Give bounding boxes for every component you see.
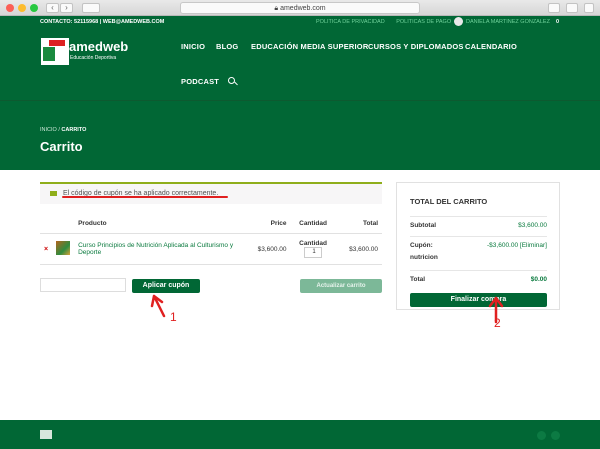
logo-text: amedweb (69, 39, 129, 54)
total-value: $0.00 (530, 276, 547, 283)
nav-calendario[interactable]: CALENDARIO (465, 42, 517, 51)
top-bar: CONTACTO: 52115968 | WEB@AMEDWEB.COM POL… (0, 16, 600, 28)
total-row: Total $0.00 (410, 270, 547, 288)
remove-coupon-link[interactable]: -$3,600.00 [Eliminar] (487, 242, 547, 249)
user-menu[interactable]: DANIELA MARTINEZ GONZALEZ (454, 17, 550, 26)
coupon-row: Cupón: nutricion -$3,600.00 [Eliminar] (410, 236, 547, 270)
qty-label: Cantidad (299, 240, 327, 247)
subtotal-value: $3,600.00 (518, 222, 547, 229)
instagram-icon[interactable] (551, 431, 560, 440)
apply-coupon-button[interactable]: Aplicar cupón (132, 279, 200, 293)
browser-toolbar: ‹ › 🔒︎ amedweb.com (0, 0, 600, 16)
tabs-button[interactable] (566, 3, 578, 13)
nav-inicio[interactable]: INICIO (181, 42, 205, 51)
contact-info: CONTACTO: 52115968 | WEB@AMEDWEB.COM (40, 19, 165, 25)
subtotal-label: Subtotal (410, 222, 436, 229)
maximize-window-button[interactable] (30, 4, 38, 12)
share-button[interactable] (548, 3, 560, 13)
site-logo[interactable]: amedweb Educación Deportiva (41, 38, 128, 68)
back-button[interactable]: ‹ (46, 3, 59, 13)
cart-table: Producto Price Cantidad Total × Curso Pr… (40, 214, 382, 265)
product-price: $3,600.00 (244, 233, 291, 265)
annotation-arrow-1 (150, 294, 166, 318)
search-icon[interactable] (228, 77, 235, 84)
breadcrumb: INICIO / CARRITO (40, 127, 86, 133)
address-bar[interactable]: 🔒︎ amedweb.com (180, 2, 420, 14)
minimize-window-button[interactable] (18, 4, 26, 12)
checkout-button[interactable]: Finalizar compra (410, 293, 547, 307)
user-name: DANIELA MARTINEZ GONZALEZ (466, 18, 550, 25)
col-total: Total (335, 214, 382, 234)
site-footer (0, 420, 600, 449)
breadcrumb-current: CARRITO (61, 127, 87, 133)
payment-policy-link[interactable]: POLITICAS DE PAGO (396, 19, 451, 25)
sidebar-toggle-button[interactable] (82, 3, 100, 13)
annotation-label-1: 1 (170, 310, 177, 324)
col-product: Producto (74, 214, 245, 234)
close-window-button[interactable] (6, 4, 14, 12)
cart-content: El código de cupón se ha aplicado correc… (0, 170, 600, 420)
breadcrumb-separator: / (58, 127, 60, 133)
annotation-underline (62, 196, 228, 198)
page-title-band: INICIO / CARRITO Carrito (0, 100, 600, 170)
nav-podcast[interactable]: PODCAST (181, 77, 219, 86)
address-bar-url: amedweb.com (280, 5, 326, 12)
product-thumbnail[interactable] (56, 241, 71, 255)
notice-icon (50, 191, 57, 196)
annotation-label-2: 2 (494, 316, 501, 330)
col-qty: Cantidad (290, 214, 336, 234)
line-total: $3,600.00 (335, 233, 382, 265)
product-link[interactable]: Curso Principios de Nutrición Aplicada a… (78, 242, 233, 256)
facebook-icon[interactable] (537, 431, 546, 440)
table-row: × Curso Principios de Nutrición Aplicada… (40, 233, 382, 265)
subtotal-row: Subtotal $3,600.00 (410, 216, 547, 236)
lock-icon: 🔒︎ (274, 5, 279, 12)
quantity-stepper[interactable]: 1 (304, 247, 323, 258)
col-price: Price (244, 214, 291, 234)
remove-item-icon[interactable]: × (44, 246, 48, 253)
update-cart-button[interactable]: Actualizar carrito (300, 279, 382, 293)
totals-title: TOTAL DEL CARRITO (410, 197, 488, 206)
nav-cursos-y-diplomados[interactable]: CURSOS Y DIPLOMADOS (368, 42, 464, 51)
avatar (454, 17, 463, 26)
coupon-code: nutricion (410, 254, 438, 261)
forward-button[interactable]: › (60, 3, 73, 13)
footer-logo[interactable] (40, 430, 52, 439)
new-tab-button[interactable] (584, 3, 594, 13)
nav-blog[interactable]: BLOG (216, 42, 238, 51)
site-header: amedweb Educación Deportiva INICIO BLOG … (0, 28, 600, 100)
coupon-input[interactable] (40, 278, 126, 292)
cart-totals: TOTAL DEL CARRITO Subtotal $3,600.00 Cup… (396, 182, 560, 310)
success-notice: El código de cupón se ha aplicado correc… (40, 182, 382, 204)
page-title: Carrito (40, 139, 83, 154)
nav-educacion-media-superior[interactable]: EDUCACIÓN MEDIA SUPERIOR (251, 42, 368, 51)
coupon-label: Cupón: (410, 242, 433, 249)
total-label: Total (410, 276, 426, 283)
breadcrumb-home[interactable]: INICIO (40, 127, 57, 133)
logo-icon (41, 38, 69, 65)
privacy-policy-link[interactable]: POLITICA DE PRIVACIDAD (316, 19, 385, 25)
logo-subtitle: Educación Deportiva (70, 55, 117, 61)
cart-count[interactable]: 0 (556, 19, 559, 25)
